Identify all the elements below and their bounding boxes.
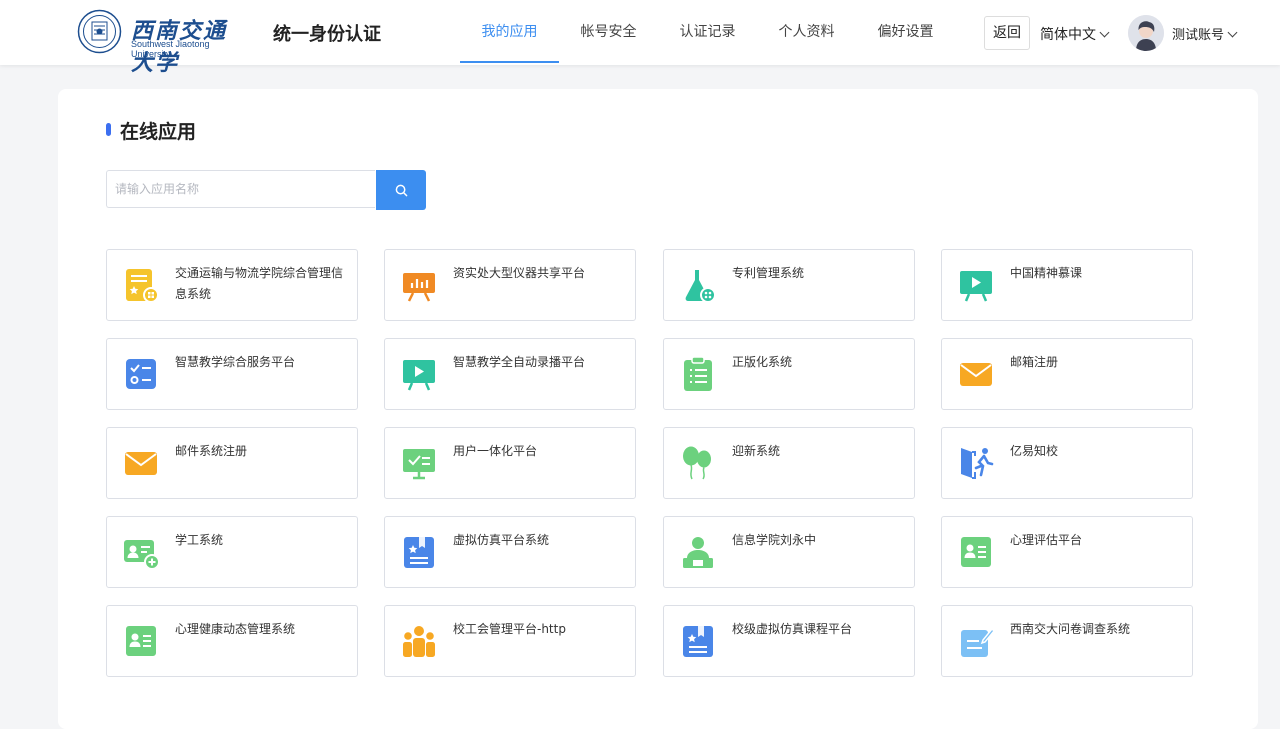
university-logo[interactable]: 西南交通大学 Southwest Jiaotong University	[77, 9, 247, 76]
contact-card-icon	[126, 626, 156, 656]
back-button[interactable]: 返回	[984, 16, 1030, 50]
app-card[interactable]: 智慧教学综合服务平台	[106, 338, 358, 410]
logo-english-name: Southwest Jiaotong University	[131, 39, 210, 59]
nav-account-security[interactable]: 帐号安全	[559, 0, 658, 65]
app-card[interactable]: 智慧教学全自动录播平台	[384, 338, 636, 410]
user-avatar-icon	[1128, 15, 1164, 51]
document-star-icon	[126, 269, 159, 303]
app-card-name: 资实处大型仪器共享平台	[453, 266, 586, 280]
group-people-icon	[403, 626, 435, 657]
app-card[interactable]: 校工会管理平台-http	[384, 605, 636, 677]
top-header: 西南交通大学 Southwest Jiaotong University 统一身…	[0, 0, 1280, 76]
app-card-name: 中国精神慕课	[1010, 266, 1083, 280]
app-card[interactable]: 学工系统	[106, 516, 358, 588]
monitor-check-icon	[403, 449, 435, 480]
app-card[interactable]: 资实处大型仪器共享平台	[384, 249, 636, 321]
app-card-name: 用户一体化平台	[453, 444, 538, 458]
app-card-name: 交通运输与物流学院综合管理信息系统	[175, 266, 344, 301]
app-card[interactable]: 迎新系统	[663, 427, 915, 499]
app-card-name: 心理评估平台	[1010, 533, 1083, 547]
app-card-name: 虚拟仿真平台系统	[453, 533, 550, 547]
app-card-name: 智慧教学全自动录播平台	[453, 355, 586, 369]
book-star-icon	[683, 626, 713, 657]
form-edit-icon	[961, 627, 994, 657]
nav-auth-records[interactable]: 认证记录	[658, 0, 757, 65]
app-card[interactable]: 信息学院刘永中	[663, 516, 915, 588]
nav-my-apps[interactable]: 我的应用	[460, 0, 559, 65]
app-search-input[interactable]	[106, 170, 375, 208]
user-menu[interactable]: 测试账号	[1172, 24, 1238, 43]
app-card-name: 学工系统	[175, 533, 224, 547]
avatar[interactable]	[1128, 15, 1164, 51]
app-card[interactable]: 中国精神慕课	[941, 249, 1193, 321]
app-card-name: 信息学院刘永中	[732, 533, 817, 547]
language-selector[interactable]: 简体中文	[1040, 24, 1110, 44]
app-card[interactable]: 专利管理系统	[663, 249, 915, 321]
envelope-icon	[960, 363, 992, 386]
apps-panel: 在线应用 交通运输与物流学院综合管理信息系统 资实处大型仪器共享平台 专利管理系统 中…	[58, 89, 1258, 729]
id-card-add-icon	[124, 540, 159, 570]
section-marker	[106, 123, 111, 136]
book-star-icon	[404, 537, 434, 568]
app-card[interactable]: 交通运输与物流学院综合管理信息系统	[106, 249, 358, 321]
app-card[interactable]: 邮箱注册	[941, 338, 1193, 410]
app-card[interactable]: 校级虚拟仿真课程平台	[663, 605, 915, 677]
app-card[interactable]: 用户一体化平台	[384, 427, 636, 499]
language-label: 简体中文	[1040, 27, 1096, 43]
app-card-name: 专利管理系统	[732, 266, 805, 280]
contact-card-icon	[961, 537, 991, 567]
username-label: 测试账号	[1172, 28, 1225, 43]
app-card[interactable]: 虚拟仿真平台系统	[384, 516, 636, 588]
app-card-name: 亿易知校	[1010, 444, 1059, 458]
flask-icon	[685, 270, 716, 303]
section-title: 在线应用	[120, 121, 197, 143]
app-card[interactable]: 正版化系统	[663, 338, 915, 410]
app-card-name: 校级虚拟仿真课程平台	[732, 622, 853, 636]
app-card-name: 邮件系统注册	[175, 444, 248, 458]
app-card-name: 迎新系统	[732, 444, 781, 458]
nav-profile[interactable]: 个人资料	[757, 0, 856, 65]
app-card-name: 校工会管理平台-http	[453, 622, 566, 636]
app-card-name: 邮箱注册	[1010, 355, 1059, 369]
app-card[interactable]: 邮件系统注册	[106, 427, 358, 499]
app-card[interactable]: 心理健康动态管理系统	[106, 605, 358, 677]
system-title: 统一身份认证	[273, 24, 381, 45]
checklist-icon	[126, 359, 156, 389]
clipboard-list-icon	[684, 356, 712, 391]
main-nav: 我的应用 帐号安全 认证记录 个人资料 偏好设置	[460, 0, 955, 65]
app-card[interactable]: 亿易知校	[941, 427, 1193, 499]
app-card-name: 心理健康动态管理系统	[175, 622, 296, 636]
balloons-icon	[683, 446, 711, 480]
app-card-name: 智慧教学综合服务平台	[175, 355, 296, 369]
university-seal-icon	[77, 9, 122, 54]
person-desk-icon	[683, 537, 713, 568]
app-card[interactable]: 西南交大问卷调查系统	[941, 605, 1193, 677]
nav-preferences[interactable]: 偏好设置	[856, 0, 955, 65]
envelope-icon	[125, 452, 157, 475]
search-button[interactable]	[376, 170, 426, 210]
app-card[interactable]: 心理评估平台	[941, 516, 1193, 588]
chevron-down-icon	[1099, 27, 1110, 38]
door-exit-icon	[961, 448, 994, 479]
video-board-icon	[403, 360, 435, 391]
search-icon	[395, 184, 407, 196]
video-board-icon	[960, 271, 992, 302]
presentation-chart-icon	[403, 273, 435, 302]
app-card-name: 正版化系统	[732, 355, 793, 369]
chevron-down-icon	[1227, 27, 1238, 38]
app-card-name: 西南交大问卷调查系统	[1010, 622, 1131, 636]
